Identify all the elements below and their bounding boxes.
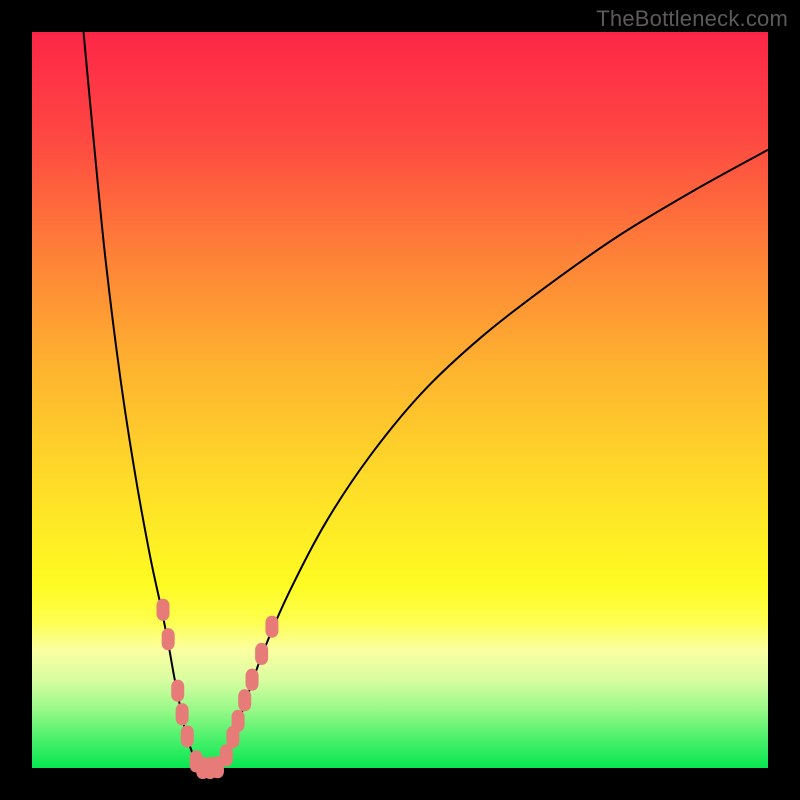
- bottleneck-curve-layer: [32, 32, 768, 768]
- curve-marker: [181, 725, 194, 747]
- curve-marker: [171, 680, 184, 702]
- curve-marker: [238, 689, 251, 711]
- watermark-text: TheBottleneck.com: [596, 6, 788, 32]
- curve-marker: [176, 703, 189, 725]
- curve-marker: [162, 628, 175, 650]
- curve-marker: [157, 599, 170, 621]
- bottleneck-curve: [84, 32, 768, 768]
- curve-marker: [232, 710, 245, 732]
- curve-marker: [265, 616, 278, 638]
- chart-frame: TheBottleneck.com: [0, 0, 800, 800]
- curve-marker: [255, 643, 268, 665]
- curve-marker: [246, 669, 259, 691]
